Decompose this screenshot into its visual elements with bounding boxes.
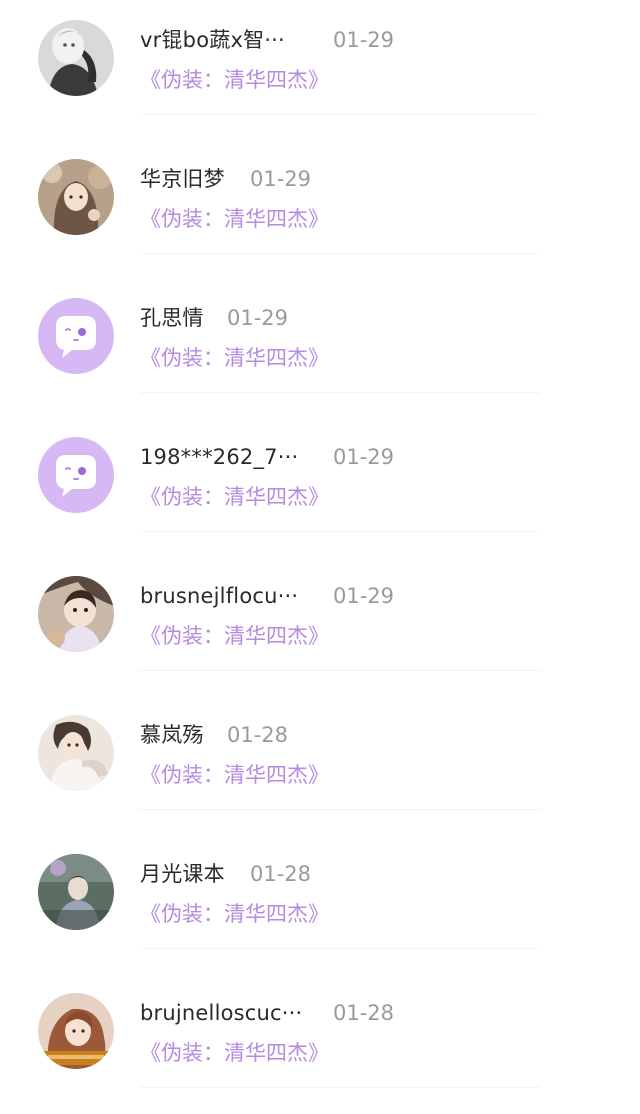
photo-avatar-icon [38,993,114,1069]
user-avatar[interactable] [38,854,114,930]
book-title-link[interactable]: 《伪装：清华四杰》 [140,201,329,237]
list-item[interactable]: 华京旧梦 01-29 《伪装：清华四杰》 [0,139,640,278]
row-divider [140,1087,540,1088]
book-title-link[interactable]: 《伪装：清华四杰》 [140,618,329,654]
comment-date: 01-29 [333,584,395,608]
list-item[interactable]: 慕岚殇 01-28 《伪装：清华四杰》 [0,695,640,834]
photo-avatar-icon [38,20,114,96]
photo-avatar-icon [38,854,114,930]
comment-date: 01-29 [250,167,312,191]
comment-date: 01-28 [333,1001,395,1025]
user-name[interactable]: brusnejlflocu··· [140,578,298,614]
row-divider [140,809,540,810]
comment-date: 01-29 [227,306,289,330]
book-title-link[interactable]: 《伪装：清华四杰》 [140,479,329,515]
user-name[interactable]: 198***262_7··· [140,439,298,475]
user-name[interactable]: 慕岚殇 [140,717,204,753]
user-name[interactable]: brujnelloscuc··· [140,995,302,1031]
comment-date: 01-28 [227,723,289,747]
book-title-link[interactable]: 《伪装：清华四杰》 [140,757,329,793]
user-name[interactable]: 月光课本 [140,856,225,892]
comment-date: 01-29 [333,445,395,469]
photo-avatar-icon [38,159,114,235]
row-divider [140,948,540,949]
row-divider [140,253,540,254]
user-avatar[interactable] [38,437,114,513]
book-title-link[interactable]: 《伪装：清华四杰》 [140,340,329,376]
list-item[interactable]: vr锟bo蔬x智··· 01-29 《伪装：清华四杰》 [0,0,640,139]
user-avatar[interactable] [38,159,114,235]
photo-avatar-icon [38,576,114,652]
list-item[interactable]: 198***262_7··· 01-29 《伪装：清华四杰》 [0,417,640,556]
list-item[interactable]: brujnelloscuc··· 01-28 《伪装：清华四杰》 [0,973,640,1112]
user-avatar[interactable] [38,993,114,1069]
row-divider [140,392,540,393]
user-name[interactable]: 华京旧梦 [140,161,225,197]
row-divider [140,670,540,671]
comment-date: 01-28 [250,862,312,886]
comment-date: 01-29 [333,28,395,52]
default-chat-avatar-icon [38,437,114,513]
user-avatar[interactable] [38,576,114,652]
user-name[interactable]: vr锟bo蔬x智··· [140,22,285,58]
list-item[interactable]: 月光课本 01-28 《伪装：清华四杰》 [0,834,640,973]
user-avatar[interactable] [38,715,114,791]
row-divider [140,114,540,115]
list-item[interactable]: 孔思情 01-29 《伪装：清华四杰》 [0,278,640,417]
user-name[interactable]: 孔思情 [140,300,204,336]
comment-list: vr锟bo蔬x智··· 01-29 《伪装：清华四杰》 华京旧梦 01-29 《… [0,0,640,1114]
photo-avatar-icon [38,715,114,791]
list-item[interactable]: brusnejlflocu··· 01-29 《伪装：清华四杰》 [0,556,640,695]
book-title-link[interactable]: 《伪装：清华四杰》 [140,1035,329,1071]
default-chat-avatar-icon [38,298,114,374]
row-divider [140,531,540,532]
user-avatar[interactable] [38,20,114,96]
user-avatar[interactable] [38,298,114,374]
book-title-link[interactable]: 《伪装：清华四杰》 [140,896,329,932]
book-title-link[interactable]: 《伪装：清华四杰》 [140,62,329,98]
